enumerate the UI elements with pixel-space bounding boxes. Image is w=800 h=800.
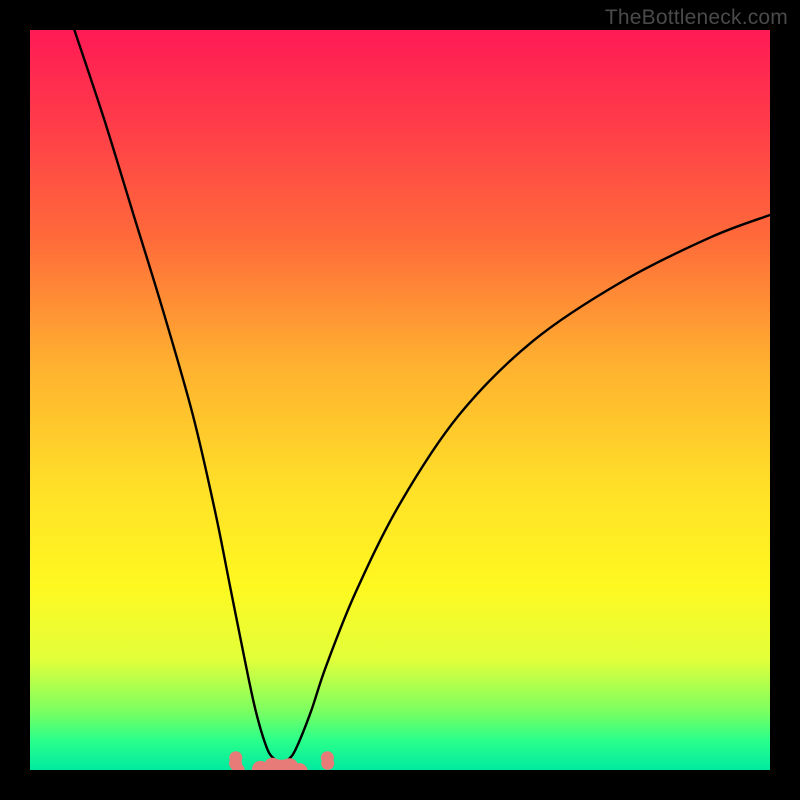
bottleneck-curve-path [74,30,770,763]
bottleneck-curve-svg [30,30,770,770]
trough-dots [229,751,334,770]
chart-plot-area [30,30,770,770]
watermark-text: TheBottleneck.com [605,6,788,30]
